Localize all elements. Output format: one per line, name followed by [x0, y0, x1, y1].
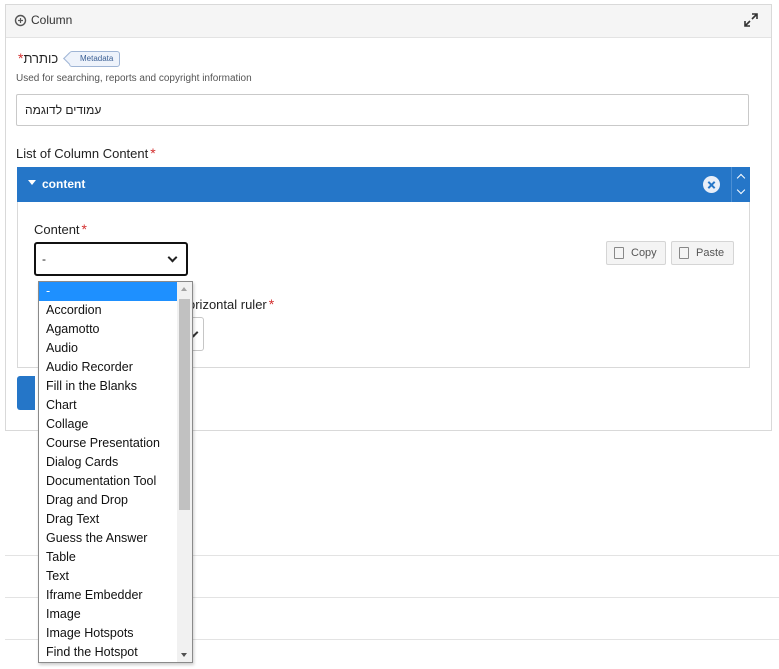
scroll-down-icon[interactable]	[181, 653, 187, 657]
title-help-text: Used for searching, reports and copyrigh…	[16, 73, 252, 84]
paste-icon	[679, 247, 689, 259]
paste-button[interactable]: Paste	[671, 241, 734, 265]
content-select-value: -	[42, 252, 46, 266]
content-field-label: Content *	[34, 221, 87, 237]
move-up-icon[interactable]	[736, 173, 746, 183]
chevron-down-icon	[167, 252, 178, 263]
dropdown-option[interactable]: Table	[39, 548, 177, 567]
dropdown-option[interactable]: Course Presentation	[39, 434, 177, 453]
title-input[interactable]: עמודים לדוגמה	[16, 94, 749, 126]
panel-header: Column	[6, 5, 771, 38]
paste-label: Paste	[696, 247, 725, 259]
move-down-icon[interactable]	[736, 185, 746, 195]
dropdown-option[interactable]: Drag Text	[39, 510, 177, 529]
scroll-thumb[interactable]	[179, 299, 190, 510]
dropdown-option[interactable]: Audio Recorder	[39, 358, 177, 377]
add-item-button[interactable]	[17, 376, 35, 410]
dropdown-option[interactable]: Iframe Embedder	[39, 586, 177, 605]
content-label-text: Content	[34, 222, 80, 237]
list-label: List of Column Content *	[16, 145, 156, 161]
required-mark: *	[150, 145, 156, 161]
dropdown-option[interactable]: Documentation Tool	[39, 472, 177, 491]
collapse-caret-icon[interactable]	[28, 180, 36, 185]
dropdown-option[interactable]: Image	[39, 605, 177, 624]
panel-title: Column	[31, 13, 73, 27]
dropdown-option[interactable]: Text	[39, 567, 177, 586]
list-label-text: List of Column Content	[16, 146, 149, 161]
column-icon	[14, 14, 27, 27]
dropdown-option[interactable]: Agamotto	[39, 320, 177, 339]
dropdown-option[interactable]: Audio	[39, 339, 177, 358]
content-select[interactable]: -	[34, 242, 188, 276]
dropdown-option[interactable]: Accordion	[39, 301, 177, 320]
order-controls	[731, 167, 750, 202]
title-label-text: כותרת	[23, 51, 59, 66]
dropdown-option[interactable]: Image Hotspots	[39, 624, 177, 643]
content-dropdown-list[interactable]: - Accordion Agamotto Audio Audio Recorder Fil…	[38, 281, 193, 663]
dropdown-option[interactable]: Dialog Cards	[39, 453, 177, 472]
list-item-name: content	[42, 177, 86, 191]
required-mark: *	[268, 296, 275, 312]
list-item-header[interactable]: content	[17, 167, 750, 202]
dropdown-options: - Accordion Agamotto Audio Audio Recorder Fil…	[39, 282, 192, 662]
copy-icon	[614, 247, 624, 259]
remove-item-icon[interactable]	[703, 176, 720, 193]
dropdown-option[interactable]: Chart	[39, 396, 177, 415]
title-field-label: כותרת*	[16, 50, 58, 66]
dropdown-option[interactable]: Drag and Drop	[39, 491, 177, 510]
ruler-field-label: orizontal ruler *	[188, 296, 274, 312]
dropdown-option[interactable]: Collage	[39, 415, 177, 434]
required-mark: *	[81, 221, 87, 237]
expand-icon[interactable]	[743, 12, 759, 28]
dropdown-option[interactable]: Find the Hotspot	[39, 643, 177, 662]
copy-label: Copy	[631, 247, 657, 259]
dropdown-scrollbar[interactable]	[177, 282, 192, 662]
copy-button[interactable]: Copy	[606, 241, 666, 265]
dropdown-option[interactable]: Guess the Answer	[39, 529, 177, 548]
dropdown-option[interactable]: -	[39, 282, 177, 301]
ruler-label-text: orizontal ruler	[188, 297, 267, 312]
dropdown-option[interactable]: Fill in the Blanks	[39, 377, 177, 396]
scroll-up-icon[interactable]	[181, 287, 187, 291]
metadata-badge[interactable]: Metadata	[69, 51, 121, 67]
